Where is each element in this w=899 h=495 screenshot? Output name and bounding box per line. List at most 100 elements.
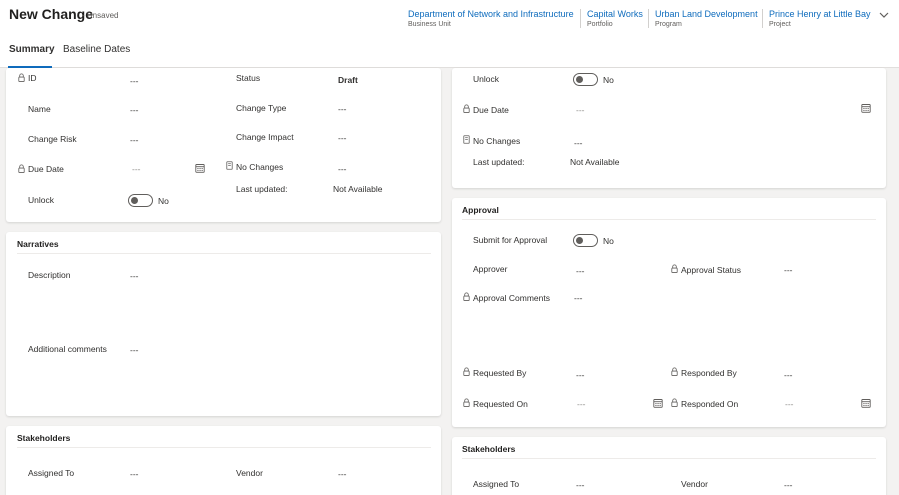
unlock-toggle[interactable] <box>573 73 598 86</box>
id-label: ID <box>28 73 37 83</box>
submit-for-approval-label: Submit for Approval <box>473 235 548 245</box>
change-risk-label: Change Risk <box>28 134 77 144</box>
breadcrumb-type: Project <box>769 21 791 28</box>
section-title: Stakeholders <box>17 433 71 443</box>
section-divider <box>17 447 431 448</box>
lock-icon <box>462 398 471 407</box>
breadcrumb-type: Program <box>655 21 682 28</box>
unlock-value: No <box>158 196 169 206</box>
lock-icon <box>462 104 471 113</box>
due-date-field[interactable]: --- <box>576 105 585 115</box>
last-updated-label: Last updated: <box>473 157 525 167</box>
unlock-value: No <box>603 75 614 85</box>
change-details-section: Unlock No Due Date --- No Changes --- La… <box>452 68 886 188</box>
last-updated-value: Not Available <box>333 184 383 194</box>
responded-on-value: --- <box>785 399 794 409</box>
breadcrumb-project[interactable]: Prince Henry at Little Bay Project <box>762 9 877 28</box>
name-field[interactable]: --- <box>130 105 139 115</box>
assigned-to-field[interactable]: --- <box>130 469 139 479</box>
stakeholders-section: Stakeholders Assigned To --- Vendor --- <box>6 426 441 495</box>
additional-comments-label: Additional comments <box>28 344 107 354</box>
unlock-label: Unlock <box>473 74 499 84</box>
breadcrumb-portfolio[interactable]: Capital Works Portfolio <box>580 9 649 28</box>
lock-icon <box>462 292 471 301</box>
requested-by-label: Requested By <box>473 368 527 378</box>
due-date-label: Due Date <box>28 164 64 174</box>
section-title: Stakeholders <box>462 444 516 454</box>
vendor-label: Vendor <box>681 479 708 489</box>
breadcrumb-name[interactable]: Urban Land Development <box>655 9 758 19</box>
additional-comments-field[interactable]: --- <box>130 345 139 355</box>
approval-comments-label: Approval Comments <box>473 293 551 303</box>
stakeholders-section: Stakeholders Assigned To --- Vendor --- <box>452 437 886 495</box>
section-divider <box>17 253 431 254</box>
lock-icon <box>17 73 26 82</box>
no-changes-label: No Changes <box>236 162 284 172</box>
no-changes-value: --- <box>338 164 347 174</box>
breadcrumb-name[interactable]: Prince Henry at Little Bay <box>769 9 871 19</box>
last-updated-value: Not Available <box>570 157 620 167</box>
unlock-label: Unlock <box>28 195 54 205</box>
status-value: Draft <box>338 75 358 85</box>
due-date-label: Due Date <box>473 105 509 115</box>
status-label: Status <box>236 73 261 83</box>
requested-on-label: Requested On <box>473 399 528 409</box>
calendar-icon[interactable] <box>861 398 871 408</box>
document-icon <box>462 135 471 144</box>
breadcrumb-type: Portfolio <box>587 21 613 28</box>
chevron-down-icon[interactable] <box>878 9 890 21</box>
change-type-field[interactable]: --- <box>338 104 347 114</box>
assigned-to-field[interactable]: --- <box>576 480 585 490</box>
calendar-icon[interactable] <box>195 163 205 173</box>
section-title: Narratives <box>17 239 59 249</box>
approver-label: Approver <box>473 264 508 274</box>
breadcrumb: Department of Network and Infrastructure… <box>0 9 899 33</box>
assigned-to-label: Assigned To <box>473 479 520 489</box>
section-divider <box>462 219 876 220</box>
description-field[interactable]: --- <box>130 271 139 281</box>
section-divider <box>462 458 876 459</box>
approval-status-value: --- <box>784 265 793 275</box>
breadcrumb-program[interactable]: Urban Land Development Program <box>648 9 764 28</box>
submit-for-approval-toggle[interactable] <box>573 234 598 247</box>
breadcrumb-business-unit[interactable]: Department of Network and Infrastructure… <box>402 9 580 28</box>
name-label: Name <box>28 104 51 114</box>
responded-by-label: Responded By <box>681 368 737 378</box>
last-updated-label: Last updated: <box>236 184 288 194</box>
general-section: ID --- Status Draft Name --- Change Type… <box>6 68 441 222</box>
unlock-toggle[interactable] <box>128 194 153 207</box>
due-date-field[interactable]: --- <box>132 164 141 174</box>
no-changes-label: No Changes <box>473 136 521 146</box>
lock-icon <box>670 367 679 376</box>
approval-status-label: Approval Status <box>681 265 742 275</box>
lock-icon <box>17 164 26 173</box>
requested-by-value: --- <box>576 370 585 380</box>
document-icon <box>225 161 234 170</box>
calendar-icon[interactable] <box>861 103 871 113</box>
assigned-to-label: Assigned To <box>28 468 75 478</box>
change-impact-field[interactable]: --- <box>338 133 347 143</box>
breadcrumb-name[interactable]: Department of Network and Infrastructure <box>408 9 574 19</box>
responded-by-value: --- <box>784 370 793 380</box>
responded-on-label: Responded On <box>681 399 739 409</box>
submit-for-approval-value: No <box>603 236 614 246</box>
tab-baseline-dates[interactable]: Baseline Dates <box>63 44 130 55</box>
approver-field[interactable]: --- <box>576 266 585 276</box>
requested-on-value: --- <box>577 399 586 409</box>
no-changes-value: --- <box>574 138 583 148</box>
id-value: --- <box>130 76 139 86</box>
change-risk-field[interactable]: --- <box>130 135 139 145</box>
change-type-label: Change Type <box>236 103 287 113</box>
lock-icon <box>670 264 679 273</box>
section-title: Approval <box>462 205 499 215</box>
breadcrumb-type: Business Unit <box>408 21 451 28</box>
breadcrumb-name[interactable]: Capital Works <box>587 9 643 19</box>
calendar-icon[interactable] <box>653 398 663 408</box>
vendor-label: Vendor <box>236 468 263 478</box>
tab-summary[interactable]: Summary <box>9 44 55 55</box>
lock-icon <box>670 398 679 407</box>
vendor-field[interactable]: --- <box>784 480 793 490</box>
vendor-field[interactable]: --- <box>338 469 347 479</box>
lock-icon <box>462 367 471 376</box>
description-label: Description <box>28 270 71 280</box>
